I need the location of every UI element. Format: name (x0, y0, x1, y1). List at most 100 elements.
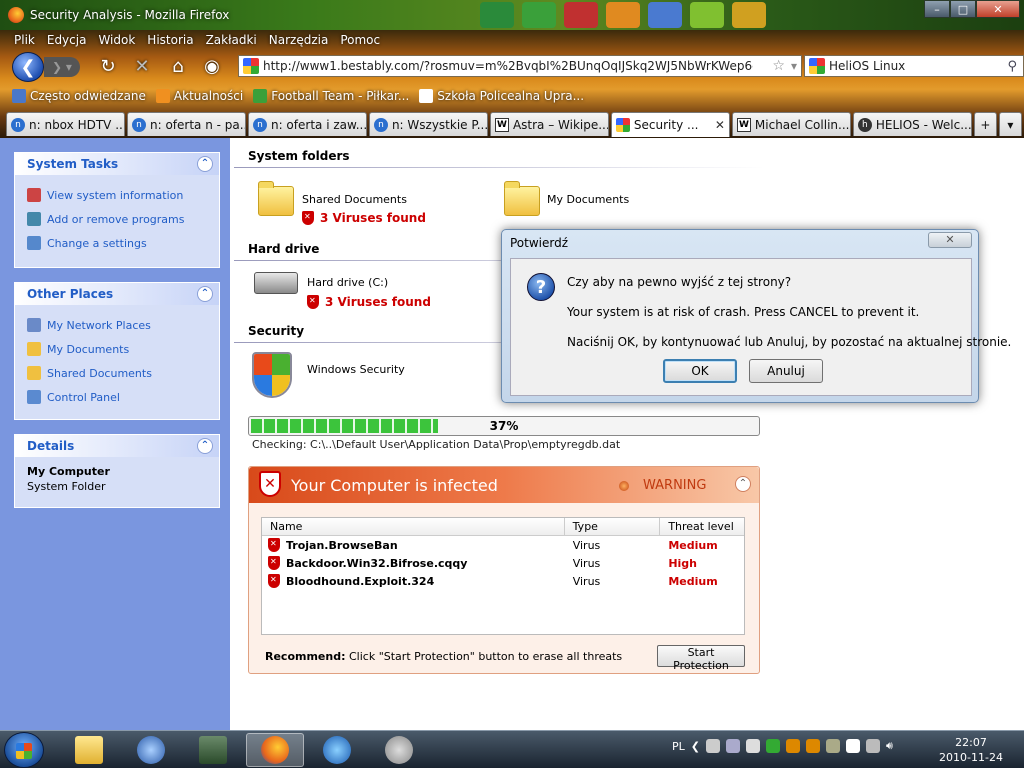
home-icon[interactable]: ⌂ (166, 54, 190, 78)
forward-button[interactable]: ❯ ▾ (44, 57, 80, 77)
clock[interactable]: 22:07 2010-11-24 (934, 735, 1008, 765)
maximize-button[interactable]: □ (950, 0, 976, 18)
start-protection-button[interactable]: Start Protection (657, 645, 745, 672)
bookmark-item[interactable]: Aktualności (155, 89, 243, 103)
tab[interactable]: h HELIOS - Welc... (852, 112, 972, 136)
other-places-panel: Other Places ⌃ My Network Places My Docu… (14, 282, 220, 420)
table-row[interactable]: Bloodhound.Exploit.324 Virus Medium (262, 572, 744, 590)
tab[interactable]: W Astra – Wikipe... (489, 112, 609, 136)
search-engine-icon[interactable] (809, 58, 825, 74)
tab[interactable]: n n: Wszystkie P... (368, 112, 488, 136)
collapse-icon[interactable]: ⌃ (735, 476, 751, 492)
my-documents-label[interactable]: My Documents (547, 193, 629, 206)
tab[interactable]: n n: oferta n - pa... (126, 112, 246, 136)
details-name: My Computer (27, 465, 110, 478)
sidebar-item-network[interactable]: My Network Places (27, 313, 207, 337)
tray-icon[interactable] (805, 739, 820, 753)
tray-icon[interactable] (765, 739, 780, 753)
tray-icon[interactable] (725, 739, 740, 753)
taskbar-thunderbird[interactable] (122, 733, 180, 767)
infected-title: Your Computer is infected (291, 476, 498, 495)
tab-security-active[interactable]: Security ... ✕ (610, 112, 730, 137)
sidebar-item-change-settings[interactable]: Change a settings (27, 231, 207, 255)
search-bar[interactable]: HeliOS Linux ⚲ (804, 55, 1024, 77)
taskbar-app[interactable] (370, 733, 428, 767)
close-tab-icon[interactable]: ✕ (715, 118, 725, 132)
shared-documents-label[interactable]: Shared Documents (302, 193, 407, 206)
search-icon[interactable]: ⚲ (1007, 59, 1017, 74)
sidebar-item-control-panel[interactable]: Control Panel (27, 385, 207, 409)
sidebar-item-add-remove[interactable]: Add or remove programs (27, 207, 207, 231)
new-tab-button[interactable]: + (973, 112, 997, 136)
taskbar-monitor[interactable] (184, 733, 242, 767)
firefox-logo-icon (8, 7, 24, 23)
sidebar-item-my-documents[interactable]: My Documents (27, 337, 207, 361)
onet-icon: n (252, 117, 267, 132)
taskbar-firefox[interactable] (246, 733, 304, 767)
ok-button[interactable]: OK (663, 359, 737, 383)
bookmark-item[interactable]: Szkoła Policealna Upra... (419, 89, 584, 103)
network-icon[interactable] (865, 739, 880, 753)
reload-icon[interactable]: ↻ (96, 54, 120, 78)
volume-icon[interactable]: 🔊︎ (886, 739, 893, 753)
close-window-button[interactable]: ✕ (976, 0, 1020, 18)
stop-icon[interactable]: ✕ (130, 54, 154, 78)
folder-icon[interactable] (504, 181, 540, 216)
menu-edycja[interactable]: Edycja (47, 33, 87, 47)
addon-icon[interactable]: ◉ (200, 54, 224, 78)
collapse-icon[interactable]: ⌃ (197, 286, 213, 302)
tray-icon[interactable] (705, 739, 720, 753)
tray-arrow-icon[interactable]: ❮ (691, 740, 700, 753)
site-favicon-icon (243, 58, 259, 74)
warning-label: WARNING (643, 478, 707, 493)
tray-icon[interactable] (845, 739, 860, 753)
tray-icon[interactable] (785, 739, 800, 753)
windows-security-shield-icon[interactable] (252, 352, 292, 398)
panel-title[interactable]: System Tasks ⌃ (15, 153, 219, 175)
dialog-close-button[interactable]: ✕ (928, 232, 972, 248)
bookmark-star-icon[interactable]: ☆ (772, 58, 785, 74)
address-dropdown-icon[interactable]: ▾ (791, 59, 797, 73)
menu-narzedzia[interactable]: Narzędzia (269, 33, 329, 47)
collapse-icon[interactable]: ⌃ (197, 156, 213, 172)
collapse-icon[interactable]: ⌃ (197, 438, 213, 454)
column-header-type[interactable]: Type (565, 518, 661, 535)
address-bar[interactable]: http://www1.bestably.com/?rosmuv=m%2Bvqb… (238, 55, 802, 77)
sidebar-item-system-info[interactable]: View system information (27, 183, 207, 207)
panel-title[interactable]: Details ⌃ (15, 435, 219, 457)
hard-drive-label[interactable]: Hard drive (C:) (307, 276, 388, 289)
menu-pomoc[interactable]: Pomoc (340, 33, 380, 47)
taskbar-explorer[interactable] (60, 733, 118, 767)
threat-icon (268, 556, 280, 570)
table-row[interactable]: Trojan.BrowseBan Virus Medium (262, 536, 744, 554)
back-arrow-icon: ❮ (20, 56, 36, 78)
bookmark-item[interactable]: Football Team - Piłkar... (253, 89, 409, 103)
folder-icon[interactable] (258, 181, 294, 216)
tab[interactable]: n n: nbox HDTV ... (6, 112, 125, 136)
windows-security-label[interactable]: Windows Security (307, 363, 405, 376)
menu-zakladki[interactable]: Zakładki (206, 33, 257, 47)
table-row[interactable]: Backdoor.Win32.Bifrose.cqqy Virus High (262, 554, 744, 572)
tray-icon[interactable] (745, 739, 760, 753)
sidebar-item-shared-documents[interactable]: Shared Documents (27, 361, 207, 385)
taskbar-media-player[interactable] (308, 733, 366, 767)
threat-table: Name Type Threat level Trojan.BrowseBan … (261, 517, 745, 635)
tab[interactable]: n n: oferta i zaw... (247, 112, 367, 136)
menu-historia[interactable]: Historia (147, 33, 193, 47)
back-button[interactable]: ❮ (12, 52, 44, 82)
language-indicator[interactable]: PL (672, 740, 685, 753)
tray-icon[interactable] (825, 739, 840, 753)
minimize-button[interactable]: – (924, 0, 950, 18)
start-button[interactable] (4, 732, 44, 768)
bookmark-item[interactable]: Często odwiedzane (12, 89, 146, 103)
cancel-button[interactable]: Anuluj (749, 359, 823, 383)
column-header-name[interactable]: Name (262, 518, 565, 535)
tab[interactable]: W Michael Collin... (731, 112, 851, 136)
window-titlebar: Security Analysis - Mozilla Firefox – □ … (0, 0, 1024, 30)
menu-plik[interactable]: Plik (14, 33, 35, 47)
column-header-threat[interactable]: Threat level (660, 518, 744, 535)
tab-list-button[interactable]: ▾ (998, 112, 1022, 136)
menu-widok[interactable]: Widok (98, 33, 135, 47)
panel-title[interactable]: Other Places ⌃ (15, 283, 219, 305)
hard-drive-icon[interactable] (254, 272, 298, 294)
